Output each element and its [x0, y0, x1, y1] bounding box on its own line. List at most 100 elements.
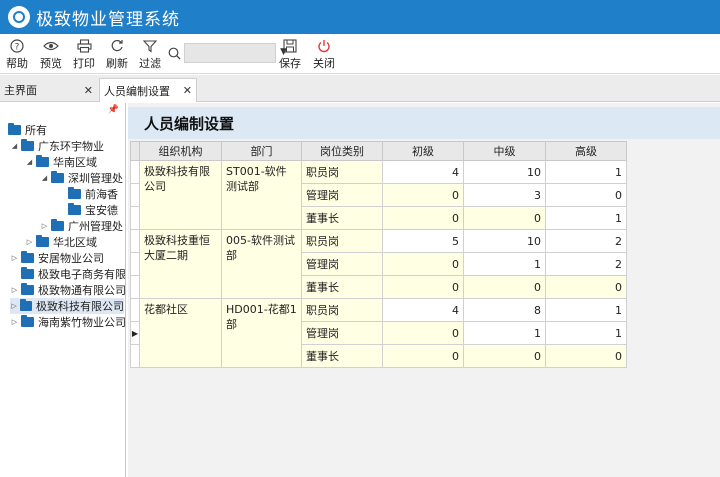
- middle-cell[interactable]: 0: [463, 275, 546, 299]
- post-cell[interactable]: 董事长: [301, 275, 383, 299]
- tab-main[interactable]: 主界面 ✕: [0, 78, 97, 102]
- pin-icon[interactable]: 📌: [108, 105, 119, 115]
- folder-icon: [8, 123, 21, 135]
- svg-text:?: ?: [15, 42, 20, 52]
- folder-icon: [21, 139, 34, 151]
- column-header[interactable]: 组织机构: [139, 141, 222, 161]
- tree-item[interactable]: 所有: [8, 122, 47, 138]
- preview-button[interactable]: 预览: [40, 37, 62, 71]
- junior-cell[interactable]: 4: [382, 160, 464, 184]
- junior-cell[interactable]: 0: [382, 206, 464, 230]
- folder-icon: [68, 187, 81, 199]
- middle-cell[interactable]: 1: [463, 321, 546, 345]
- folder-icon: [21, 315, 34, 327]
- tree-item[interactable]: ▷ 广州管理处: [40, 218, 123, 234]
- table-row[interactable]: 极致科技重恒大厦二期 005-软件测试部 职员岗 5 10 2: [130, 229, 627, 299]
- post-cell[interactable]: 管理岗: [301, 321, 383, 345]
- senior-cell[interactable]: 1: [545, 321, 627, 345]
- middle-cell[interactable]: 10: [463, 160, 546, 184]
- collapsed-arrow-icon[interactable]: ▷: [40, 222, 49, 230]
- junior-cell[interactable]: 5: [382, 229, 464, 253]
- senior-cell[interactable]: 1: [545, 206, 627, 230]
- dept-cell[interactable]: ST001-软件测试部: [221, 160, 302, 230]
- middle-cell[interactable]: 8: [463, 298, 546, 322]
- search-icon: [168, 47, 181, 59]
- table-row[interactable]: 极致科技有限公司 ST001-软件测试部 职员岗 4 10 1: [130, 160, 627, 230]
- expanded-arrow-icon[interactable]: ◢: [25, 158, 34, 166]
- senior-cell[interactable]: 1: [545, 298, 627, 322]
- post-cell[interactable]: 管理岗: [301, 252, 383, 276]
- senior-cell[interactable]: 0: [545, 275, 627, 299]
- dept-cell[interactable]: HD001-花都1部: [221, 298, 302, 368]
- collapsed-arrow-icon[interactable]: ▷: [10, 318, 19, 326]
- help-button[interactable]: ? 帮助: [6, 37, 28, 71]
- print-button[interactable]: 打印: [73, 37, 95, 71]
- close-button[interactable]: 关闭: [313, 37, 335, 71]
- tree-item[interactable]: 极致电子商务有限: [10, 266, 125, 282]
- org-cell[interactable]: 花都社区: [139, 298, 222, 368]
- column-header[interactable]: 岗位类别: [301, 141, 383, 161]
- middle-cell[interactable]: 10: [463, 229, 546, 253]
- middle-cell[interactable]: 0: [463, 344, 546, 368]
- senior-cell[interactable]: 0: [545, 183, 627, 207]
- table-row[interactable]: 花都社区 HD001-花都1部 职员岗 4 8 1: [130, 298, 627, 368]
- toolbar: ? 帮助 预览 打印 刷新 过滤 ▼ 保存 关闭: [0, 34, 720, 74]
- post-cell[interactable]: 职员岗: [301, 229, 383, 253]
- tree-item-selected[interactable]: ▷ 极致科技有限公司: [10, 298, 124, 314]
- post-cell[interactable]: 管理岗: [301, 183, 383, 207]
- junior-cell[interactable]: 0: [382, 252, 464, 276]
- tree-item[interactable]: 前海香: [68, 186, 118, 202]
- post-cell[interactable]: 董事长: [301, 344, 383, 368]
- middle-cell[interactable]: 1: [463, 252, 546, 276]
- filter-icon: [143, 37, 157, 54]
- filter-button[interactable]: 过滤: [139, 37, 161, 71]
- refresh-button[interactable]: 刷新: [106, 37, 128, 71]
- tree-item[interactable]: ▷ 安居物业公司: [10, 250, 104, 266]
- printer-icon: [76, 37, 92, 54]
- tree-item[interactable]: ▷ 极致物通有限公司: [10, 282, 125, 298]
- column-header[interactable]: 高级: [545, 141, 627, 161]
- tree-item[interactable]: ▷ 华北区域: [25, 234, 97, 250]
- senior-cell[interactable]: 0: [545, 344, 627, 368]
- post-cell[interactable]: 职员岗: [301, 160, 383, 184]
- expanded-arrow-icon[interactable]: ◢: [40, 174, 49, 182]
- collapsed-arrow-icon[interactable]: ▷: [10, 302, 18, 310]
- middle-cell[interactable]: 0: [463, 206, 546, 230]
- tab-staffing-settings[interactable]: 人员编制设置 ✕: [99, 78, 197, 102]
- search-combo: ▼: [168, 43, 287, 63]
- post-cell[interactable]: 董事长: [301, 206, 383, 230]
- column-header[interactable]: 部门: [221, 141, 302, 161]
- senior-cell[interactable]: 2: [545, 252, 627, 276]
- column-header[interactable]: 初级: [382, 141, 464, 161]
- senior-cell[interactable]: 2: [545, 229, 627, 253]
- save-button[interactable]: 保存: [279, 37, 301, 71]
- folder-icon: [21, 251, 34, 263]
- tree-item[interactable]: ◢ 深圳管理处: [40, 170, 123, 186]
- collapsed-arrow-icon[interactable]: ▷: [25, 238, 34, 246]
- tree-item[interactable]: ◢ 华南区域: [25, 154, 97, 170]
- folder-icon: [51, 171, 64, 183]
- tree-item[interactable]: ◢ 广东环宇物业: [10, 138, 104, 154]
- expanded-arrow-icon[interactable]: ◢: [10, 142, 19, 150]
- senior-cell[interactable]: 1: [545, 160, 627, 184]
- column-header[interactable]: 中级: [463, 141, 546, 161]
- tree-item[interactable]: ▷ 海南紫竹物业公司: [10, 314, 125, 330]
- junior-cell[interactable]: 0: [382, 275, 464, 299]
- search-input[interactable]: ▼: [184, 43, 287, 63]
- junior-cell[interactable]: 0: [382, 344, 464, 368]
- collapsed-arrow-icon[interactable]: ▷: [10, 254, 19, 262]
- collapsed-arrow-icon[interactable]: ▷: [10, 286, 19, 294]
- post-cell[interactable]: 职员岗: [301, 298, 383, 322]
- junior-cell[interactable]: 4: [382, 298, 464, 322]
- tree-item[interactable]: 宝安德: [68, 202, 118, 218]
- junior-cell[interactable]: 0: [382, 183, 464, 207]
- folder-icon: [36, 235, 49, 247]
- close-icon[interactable]: ✕: [84, 84, 93, 97]
- dept-cell[interactable]: 005-软件测试部: [221, 229, 302, 299]
- junior-cell[interactable]: 0: [382, 321, 464, 345]
- folder-icon: [36, 155, 49, 167]
- middle-cell[interactable]: 3: [463, 183, 546, 207]
- org-cell[interactable]: 极致科技重恒大厦二期: [139, 229, 222, 299]
- org-cell[interactable]: 极致科技有限公司: [139, 160, 222, 230]
- close-icon[interactable]: ✕: [183, 84, 192, 97]
